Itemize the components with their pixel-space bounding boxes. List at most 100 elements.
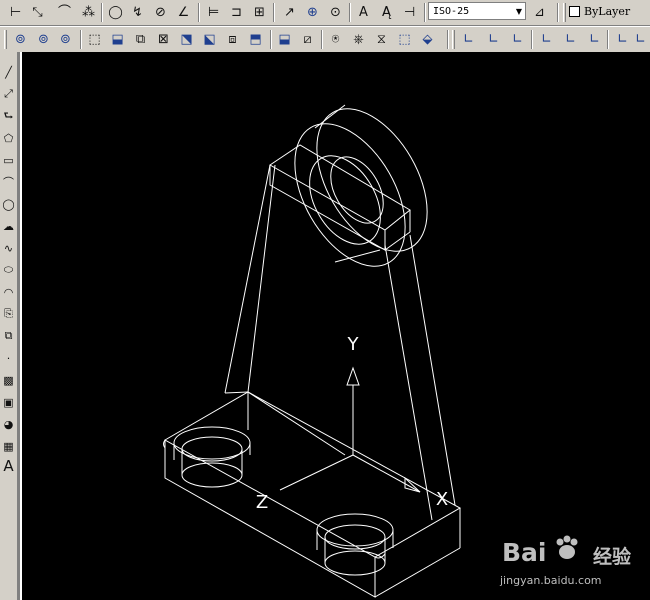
layer-control[interactable]: ByLayer [569, 2, 650, 20]
rectangle-icon[interactable]: ▭ [0, 150, 17, 170]
dimstyle-value: ISO-25 [433, 5, 470, 17]
polyline-icon[interactable]: ⮑ [0, 106, 17, 126]
dim-update-icon[interactable]: ⊣ [399, 2, 420, 23]
spline-icon[interactable]: ∿ [0, 238, 17, 258]
separate-icon[interactable]: ⧖ [371, 29, 392, 50]
toolbar-separator [270, 30, 272, 49]
move-faces-icon[interactable]: ⬓ [107, 29, 128, 50]
toolbar-separator [557, 3, 559, 22]
offset-faces-icon[interactable]: ⧉ [130, 29, 151, 50]
ucs-zaxis-icon[interactable]: ∟ [630, 29, 650, 50]
ucs-z-label: Z [256, 492, 268, 513]
toolbar-separator [447, 30, 449, 49]
ucs-world-icon[interactable]: ∟ [483, 29, 504, 50]
ordinate-dim-icon[interactable]: ⁂ [78, 2, 99, 23]
toolbar-grip[interactable] [452, 30, 455, 49]
region-icon[interactable]: ◕ [0, 414, 17, 434]
arc-icon[interactable]: ⌒ [0, 172, 17, 192]
drawing-canvas[interactable]: Y Z X [22, 52, 650, 600]
toolbar-separator [101, 3, 103, 22]
hatch-icon[interactable]: ▩ [0, 370, 17, 390]
toolbar-separator [349, 3, 351, 22]
baseline-dim-icon[interactable]: ⊐ [226, 2, 247, 23]
dropdown-arrow-icon[interactable]: ▼ [516, 7, 525, 16]
clean-icon[interactable]: ⎈ [348, 29, 369, 50]
intersect-icon[interactable]: ⊚ [55, 29, 76, 50]
revision-cloud-icon[interactable]: ☁ [0, 216, 17, 236]
draw-toolbar: ╱ ⤢ ⮑ ⬠ ▭ ⌒ ◯ ☁ ∿ ⬭ ◠ ⎘ ⧉ · ▩ ▣ ◕ ▦ A [0, 52, 17, 600]
point-icon[interactable]: · [0, 348, 17, 368]
watermark-brand-cn: 经验 [593, 546, 632, 568]
layer-value: ByLayer [584, 4, 631, 18]
ellipse-icon[interactable]: ⬭ [0, 260, 17, 280]
line-icon[interactable]: ╱ [0, 62, 17, 82]
ucs-x-label: X [436, 489, 448, 510]
center-mark-icon[interactable]: ⊙ [325, 2, 346, 23]
upright-web [224, 164, 456, 521]
dimstyle-icon[interactable]: ⊿ [529, 2, 550, 23]
ellipse-arc-icon[interactable]: ◠ [0, 282, 17, 302]
toolbar-separator [198, 3, 200, 22]
toolbar-separator [531, 30, 533, 49]
base-hole-left [173, 426, 251, 488]
wireframe-model: Y Z X [163, 104, 462, 598]
subtract-icon[interactable]: ⊚ [33, 29, 54, 50]
delete-faces-icon[interactable]: ⊠ [153, 29, 174, 50]
ucs-previous-icon[interactable]: ∟ [507, 29, 528, 50]
solids-editing-toolbar: ⊚ ⊚ ⊚ ⬚ ⬓ ⧉ ⊠ ⬔ ⬕ ⧈ ⬒ ⬓ ⧄ ⍟ ⎈ ⧖ ⬚ ⬙ ∟ ∟ … [0, 27, 650, 52]
angular-dim-icon[interactable]: ∠ [173, 2, 194, 23]
autocad-window: ⊢ ⤡ ⌒ ⁂ ◯ ↯ ⊘ ∠ ⊨ ⊐ ⊞ ↗ ⊕ ⊙ A Ą ⊣ ISO-25… [0, 0, 650, 600]
color-swatch-icon [569, 5, 580, 17]
baidu-watermark: Bai 经验 jingyan.baidu.com [500, 530, 650, 600]
color-faces-icon[interactable]: ⬒ [245, 29, 266, 50]
top-cylinder [294, 104, 428, 267]
leader-icon[interactable]: ↗ [279, 2, 300, 23]
check-icon[interactable]: ⬙ [417, 29, 438, 50]
gradient-icon[interactable]: ▣ [0, 392, 17, 412]
top-block [269, 144, 411, 251]
make-block-icon[interactable]: ⧉ [0, 326, 17, 346]
dim-edit-icon[interactable]: A [353, 2, 374, 23]
jogged-dim-icon[interactable]: ↯ [127, 2, 148, 23]
extrude-faces-icon[interactable]: ⬚ [84, 29, 105, 50]
toolbar-separator [607, 30, 609, 49]
tolerance-icon[interactable]: ⊕ [302, 2, 323, 23]
toolbar-grip[interactable] [563, 3, 566, 22]
arc-length-icon[interactable]: ⌒ [54, 2, 75, 23]
watermark-url: jingyan.baidu.com [500, 574, 602, 587]
copy-faces-icon[interactable]: ⧈ [222, 29, 243, 50]
ucs-axes [279, 366, 421, 493]
imprint-icon[interactable]: ⍟ [325, 29, 346, 50]
paw-logo-icon [556, 535, 578, 559]
shell-icon[interactable]: ⬚ [394, 29, 415, 50]
circle-icon[interactable]: ◯ [0, 194, 17, 214]
multiline-text-icon[interactable]: A [0, 456, 17, 476]
continue-dim-icon[interactable]: ⊞ [249, 2, 270, 23]
ucs-icon[interactable]: ∟ [458, 29, 479, 50]
toolbar-separator [273, 3, 275, 22]
toolbar-separator [80, 30, 82, 49]
insert-block-icon[interactable]: ⎘ [0, 304, 17, 324]
ucs-y-label: Y [347, 334, 360, 355]
polygon-icon[interactable]: ⬠ [0, 128, 17, 148]
diameter-dim-icon[interactable]: ⊘ [150, 2, 171, 23]
ucs-face-icon[interactable]: ∟ [536, 29, 557, 50]
quick-dim-icon[interactable]: ⊨ [203, 2, 224, 23]
toolbar-grip[interactable] [4, 30, 7, 49]
aligned-dim-icon[interactable]: ⤡ [27, 2, 48, 23]
rotate-faces-icon[interactable]: ⬔ [176, 29, 197, 50]
ucs-object-icon[interactable]: ∟ [560, 29, 581, 50]
linear-dim-icon[interactable]: ⊢ [5, 2, 26, 23]
copy-edges-icon[interactable]: ⬓ [274, 29, 295, 50]
dimension-toolbar: ⊢ ⤡ ⌒ ⁂ ◯ ↯ ⊘ ∠ ⊨ ⊐ ⊞ ↗ ⊕ ⊙ A Ą ⊣ ISO-25… [0, 0, 650, 25]
radius-dim-icon[interactable]: ◯ [105, 2, 126, 23]
taper-faces-icon[interactable]: ⬕ [199, 29, 220, 50]
dim-text-edit-icon[interactable]: Ą [376, 2, 397, 23]
dimstyle-select[interactable]: ISO-25 ▼ [428, 2, 526, 20]
color-edges-icon[interactable]: ⧄ [297, 29, 318, 50]
ucs-view-icon[interactable]: ∟ [584, 29, 605, 50]
construction-line-icon[interactable]: ⤢ [0, 84, 17, 104]
toolbar-separator [424, 3, 426, 22]
table-icon[interactable]: ▦ [0, 436, 17, 456]
union-icon[interactable]: ⊚ [10, 29, 31, 50]
